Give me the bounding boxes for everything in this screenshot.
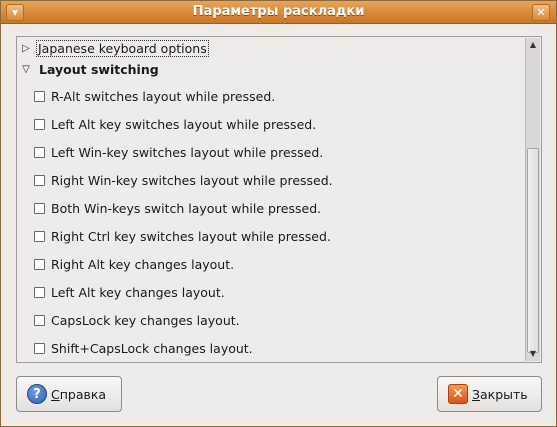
scroll-down-arrow-icon[interactable]: ▼: [526, 347, 540, 361]
option-label: Shift+CapsLock changes layout.: [51, 340, 253, 356]
expander-expanded-icon[interactable]: ▽: [19, 64, 33, 75]
close-icon: ✕: [448, 384, 468, 404]
checkbox[interactable]: [34, 174, 45, 186]
checkbox[interactable]: [34, 118, 45, 130]
checkbox[interactable]: [34, 202, 45, 214]
option-label: Left Win-key switches layout while press…: [51, 144, 324, 160]
option-row[interactable]: Shift+CapsLock changes layout.: [34, 338, 253, 358]
checkbox[interactable]: [34, 314, 45, 326]
checkbox[interactable]: [34, 90, 45, 102]
tree-group-japanese[interactable]: ▷ Japanese keyboard options: [19, 38, 209, 58]
checkbox[interactable]: [34, 230, 45, 242]
option-row[interactable]: Right Ctrl key switches layout while pre…: [34, 226, 331, 246]
option-row[interactable]: Left Alt key switches layout while press…: [34, 114, 316, 134]
checkbox[interactable]: [34, 286, 45, 298]
window-title: Параметры раскладки: [192, 4, 365, 19]
option-label: R-Alt switches layout while pressed.: [51, 88, 276, 104]
option-row[interactable]: Both Win-keys switch layout while presse…: [34, 198, 321, 218]
tree-group-label: Layout switching: [39, 61, 159, 77]
options-tree: ▷ Japanese keyboard options ▽ Layout swi…: [16, 36, 542, 363]
option-label: CapsLock key changes layout.: [51, 312, 240, 328]
help-icon: ?: [27, 384, 47, 404]
close-button-label: Закрыть: [472, 386, 528, 402]
checkbox[interactable]: [34, 258, 45, 270]
help-button[interactable]: ? Справка: [16, 376, 122, 412]
option-label: Left Alt key changes layout.: [51, 284, 225, 300]
scroll-up-arrow-icon[interactable]: ▲: [526, 38, 540, 52]
layout-options-dialog: ▾ Параметры раскладки ✕ ▷ Japanese keybo…: [0, 0, 557, 427]
checkbox[interactable]: [34, 146, 45, 158]
option-label: Right Alt key changes layout.: [51, 256, 235, 272]
scrollbar-thumb[interactable]: [527, 148, 539, 353]
option-label: Both Win-keys switch layout while presse…: [51, 200, 322, 216]
expander-collapsed-icon[interactable]: ▷: [19, 43, 33, 54]
option-label: Right Win-key switches layout while pres…: [51, 172, 333, 188]
option-row[interactable]: CapsLock key changes layout.: [34, 310, 240, 330]
close-button[interactable]: ✕ Закрыть: [437, 376, 542, 412]
tree-group-label: Japanese keyboard options: [36, 39, 209, 57]
vertical-scrollbar[interactable]: ▲ ▼: [525, 38, 540, 361]
option-row[interactable]: R-Alt switches layout while pressed.: [34, 86, 275, 106]
option-label: Left Alt key switches layout while press…: [51, 116, 317, 132]
title-bar[interactable]: ▾ Параметры раскладки ✕: [1, 1, 556, 24]
checkbox[interactable]: [34, 342, 45, 354]
help-button-label: Справка: [51, 386, 107, 402]
window-close-icon[interactable]: ✕: [532, 4, 550, 21]
option-row[interactable]: Right Alt key changes layout.: [34, 254, 234, 274]
option-row[interactable]: Left Alt key changes layout.: [34, 282, 225, 302]
option-row[interactable]: Left Win-key switches layout while press…: [34, 142, 323, 162]
option-label: Right Ctrl key switches layout while pre…: [51, 228, 331, 244]
tree-group-layout-switching[interactable]: ▽ Layout switching: [19, 59, 159, 79]
option-row[interactable]: Right Win-key switches layout while pres…: [34, 170, 333, 190]
